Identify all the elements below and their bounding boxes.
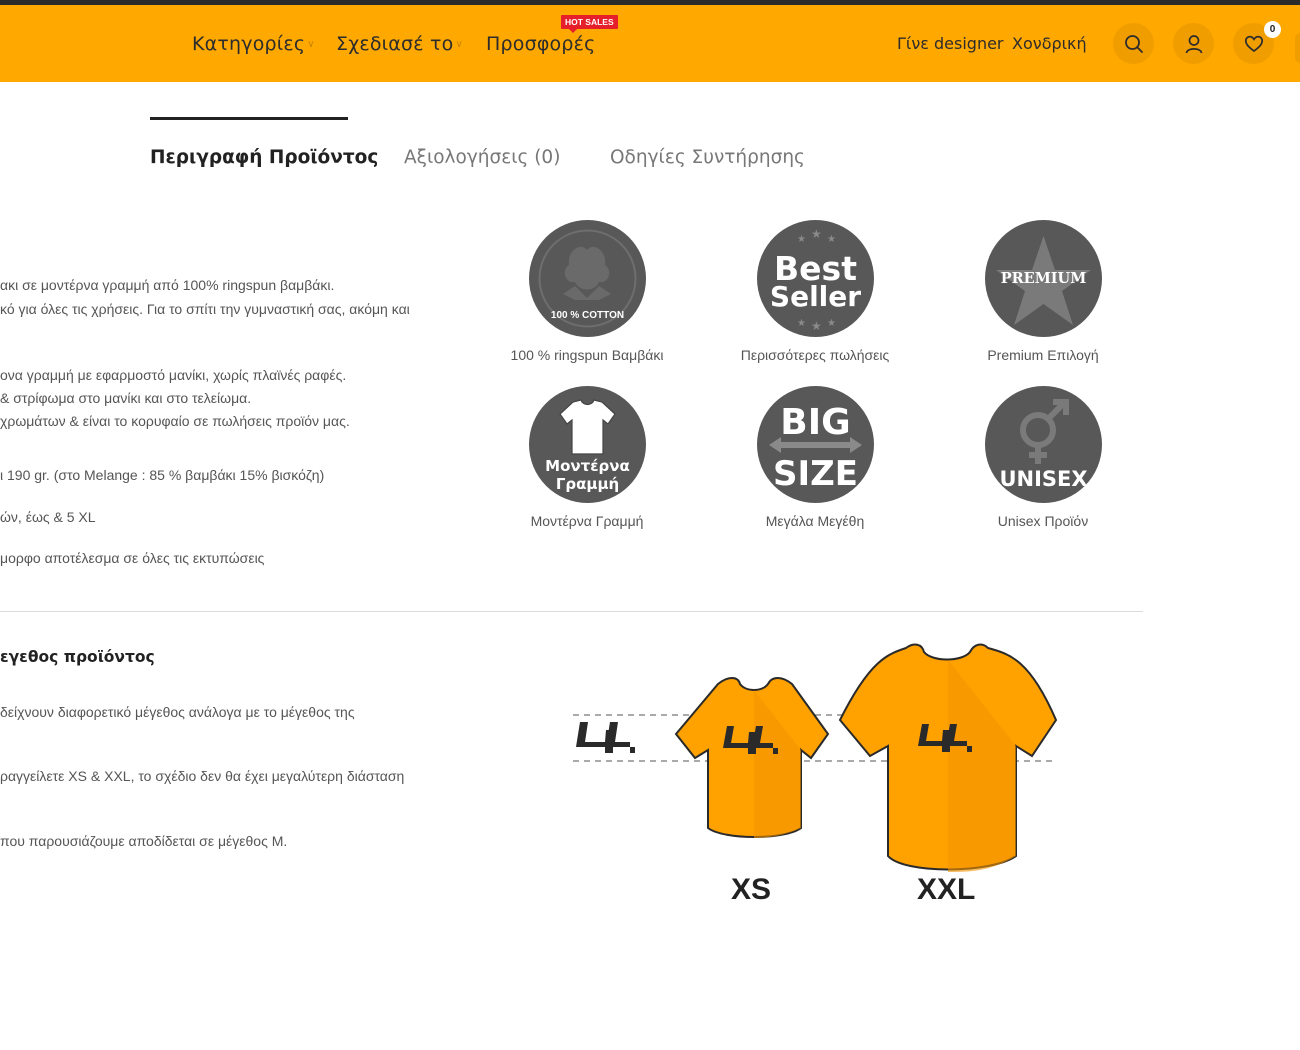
cotton-icon-text: 100 % COTTON xyxy=(550,310,623,321)
description-line: μορφο αποτέλεσμα σε όλες τις εκτυπώσεις xyxy=(0,550,265,566)
best-seller-icon: ★ ★ ★ Best Seller ★ ★ ★ xyxy=(756,220,874,337)
chevron-down-icon: ∨ xyxy=(455,39,463,50)
user-icon xyxy=(1185,34,1202,53)
modern-fit-text-1: Μοντέρνα xyxy=(545,457,630,475)
feature-big-size: BIG SIZE Μεγάλα Μεγέθη xyxy=(715,386,915,529)
xxl-shirt-icon xyxy=(838,643,1058,872)
account-button[interactable] xyxy=(1173,23,1214,64)
nav-categories[interactable]: Κατηγορίες ∨ xyxy=(192,33,315,55)
tab-description[interactable]: Περιγραφή Προϊόντος xyxy=(150,147,378,168)
svg-text:★: ★ xyxy=(811,319,822,333)
big-size-text-2: SIZE xyxy=(772,454,857,494)
wishlist-count-badge: 0 xyxy=(1264,21,1281,38)
active-tab-indicator xyxy=(150,117,348,120)
feature-label: Unisex Προϊόν xyxy=(997,513,1089,529)
cart-button-edge[interactable] xyxy=(1295,33,1300,63)
xs-shirt-icon xyxy=(674,677,830,838)
premium-icon: PREMIUM xyxy=(984,220,1102,337)
size-comparison-graphic xyxy=(570,640,1070,920)
premium-icon-text: PREMIUM xyxy=(1000,270,1086,287)
feature-label: Περισσότερες πωλήσεις xyxy=(740,347,890,363)
tab-care-instructions[interactable]: Οδηγίες Συντήρησης xyxy=(610,147,805,168)
feature-best-seller: ★ ★ ★ Best Seller ★ ★ ★ Περισσότερες πωλ… xyxy=(715,220,915,363)
unisex-icon: UNISEX xyxy=(984,386,1102,503)
svg-text:★: ★ xyxy=(797,234,806,245)
big-size-icon: BIG SIZE xyxy=(756,386,874,503)
size-section-line: ραγγείλετε XS & XXL, το σχέδιο δεν θα έχ… xyxy=(0,768,405,784)
site-header: Κατηγορίες ∨ Σχεδιασέ το ∨ Προσφορές HOT S… xyxy=(0,5,1300,82)
nav-offers[interactable]: Προσφορές xyxy=(486,33,595,55)
size-section-line: δείχνουν διαφορετικό μέγεθος ανάλογα με … xyxy=(0,704,355,720)
description-line: ακι σε μοντέρνα γραμμή από 100% ringspun… xyxy=(0,277,335,293)
nav-categories-label: Κατηγορίες xyxy=(192,33,306,55)
nav-design[interactable]: Σχεδιασέ το ∨ xyxy=(336,33,463,55)
svg-text:★: ★ xyxy=(827,318,836,329)
feature-label: Μεγάλα Μεγέθη xyxy=(765,513,865,529)
hot-sales-badge: HOT SALES xyxy=(561,15,618,33)
nav-design-label: Σχεδιασέ το xyxy=(336,33,454,55)
description-line: ι 190 gr. (στο Melange : 85 % βαμβάκι 15… xyxy=(0,467,325,483)
nav-offers-label: Προσφορές xyxy=(486,33,596,55)
big-size-text-1: BIG xyxy=(780,402,850,443)
feature-cotton: 100 % COTTON 100 % ringspun Βαμβάκι xyxy=(487,220,687,363)
tab-reviews[interactable]: Αξιολογήσεις (0) xyxy=(404,147,560,168)
svg-text:★: ★ xyxy=(811,227,822,241)
description-line: ών, έως & 5 XL xyxy=(0,509,96,525)
cotton-icon: 100 % COTTON xyxy=(528,220,646,337)
description-line: & στρίφωμα στο μανίκι και στο τελείωμα. xyxy=(0,390,252,406)
feature-unisex: UNISEX Unisex Προϊόν xyxy=(943,386,1143,529)
wholesale-link[interactable]: Χονδρική xyxy=(1012,34,1087,53)
best-seller-text-2: Seller xyxy=(769,280,860,313)
feature-premium: PREMIUM Premium Επιλογή xyxy=(943,220,1143,363)
svg-text:★: ★ xyxy=(797,318,806,329)
size-label-xs: XS xyxy=(731,873,772,906)
search-button[interactable] xyxy=(1113,23,1154,64)
description-line: ονα γραμμή με εφαρμοστό μανίκι, χωρίς πλ… xyxy=(0,367,347,383)
feature-modern-fit: Μοντέρνα Γραμμή Μοντέρνα Γραμμή xyxy=(487,386,687,529)
become-designer-link[interactable]: Γίνε designer xyxy=(897,34,1004,53)
feature-label: Premium Επιλογή xyxy=(987,347,1099,363)
feature-label: Μοντέρνα Γραμμή xyxy=(530,513,644,529)
size-section-heading: εγεθος προϊόντος xyxy=(0,648,155,666)
size-section-line: που παρουσιάζουμε αποδίδεται σε μέγεθος … xyxy=(0,833,288,849)
description-line: κό για όλες τις χρήσεις. Για το σπίτι τη… xyxy=(0,301,410,317)
heart-icon xyxy=(1244,35,1263,52)
section-divider xyxy=(0,611,1143,612)
feature-label: 100 % ringspun Βαμβάκι xyxy=(510,347,664,363)
description-line: χρωμάτων & είναι το κορυφαίο σε πωλήσεις… xyxy=(0,413,350,429)
modern-fit-text-2: Γραμμή xyxy=(555,475,618,493)
size-label-xxl: XXL xyxy=(917,873,976,906)
chevron-down-icon: ∨ xyxy=(307,39,315,50)
svg-text:★: ★ xyxy=(827,234,836,245)
search-icon xyxy=(1124,34,1143,53)
unisex-icon-text: UNISEX xyxy=(999,467,1087,491)
tshirt-icon: Μοντέρνα Γραμμή xyxy=(528,386,646,503)
